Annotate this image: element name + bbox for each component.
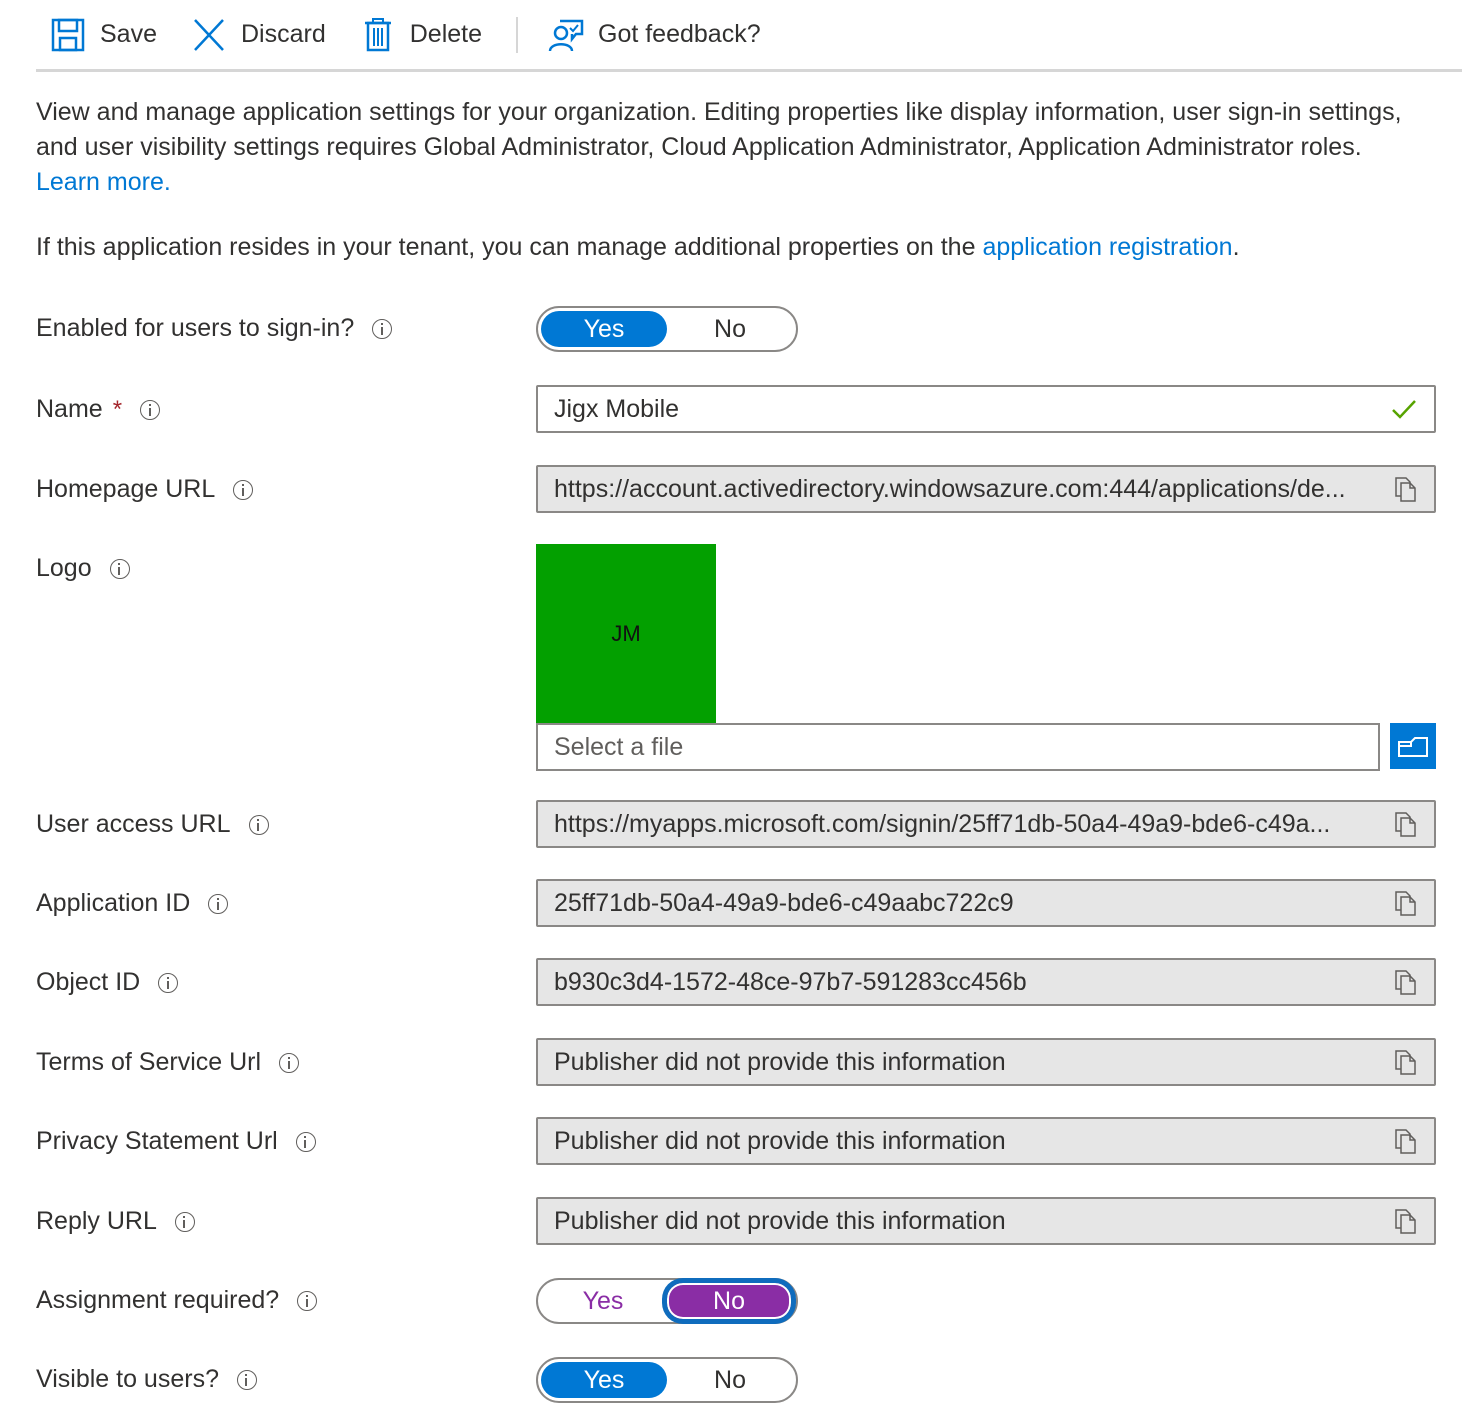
privacy-url-value: Publisher did not provide this informati… <box>554 1126 1006 1155</box>
page-description: View and manage application settings for… <box>36 95 1426 200</box>
app-id-label-text: Application ID <box>36 889 191 917</box>
browse-file-button[interactable] <box>1390 723 1436 769</box>
homepage-url-field[interactable]: https://account.activedirectory.windowsa… <box>536 465 1436 513</box>
app-registration-note: If this application resides in your tena… <box>36 230 1426 265</box>
folder-icon <box>1398 737 1428 757</box>
info-icon[interactable] <box>109 558 130 579</box>
trash-icon <box>360 17 396 53</box>
name-label: Name * <box>36 395 161 424</box>
copy-icon[interactable] <box>1394 811 1418 837</box>
user-access-label: User access URL <box>36 810 269 839</box>
privacy-label: Privacy Statement Url <box>36 1127 316 1156</box>
info-icon[interactable] <box>236 1369 257 1390</box>
user-access-url-value: https://myapps.microsoft.com/signin/25ff… <box>554 809 1331 838</box>
object-id-label: Object ID <box>36 968 179 997</box>
name-label-text: Name <box>36 395 103 423</box>
info-icon[interactable] <box>158 972 179 993</box>
assignment-yes-option[interactable]: Yes <box>541 1283 665 1319</box>
tos-label-text: Terms of Service Url <box>36 1048 262 1076</box>
object-id-value: b930c3d4-1572-48ce-97b7-591283cc456b <box>554 967 1027 996</box>
close-icon <box>191 17 227 53</box>
assignment-label: Assignment required? <box>36 1286 318 1315</box>
save-button[interactable]: Save <box>50 13 157 57</box>
privacy-url-field[interactable]: Publisher did not provide this informati… <box>536 1117 1436 1165</box>
learn-more-link[interactable]: Learn more. <box>36 168 171 196</box>
file-placeholder: Select a file <box>554 732 684 761</box>
feedback-label: Got feedback? <box>598 20 761 48</box>
feedback-button[interactable]: Got feedback? <box>548 13 761 57</box>
app-id-value: 25ff71db-50a4-49a9-bde6-c49aabc722c9 <box>554 888 1014 917</box>
app-id-field[interactable]: 25ff71db-50a4-49a9-bde6-c49aabc722c9 <box>536 879 1436 927</box>
assignment-toggle[interactable]: Yes No <box>536 1278 798 1324</box>
logo-initials: JM <box>611 621 641 646</box>
logo-file-input[interactable]: Select a file <box>536 723 1380 771</box>
enabled-label-text: Enabled for users to sign-in? <box>36 314 355 342</box>
homepage-label: Homepage URL <box>36 475 254 504</box>
object-id-field[interactable]: b930c3d4-1572-48ce-97b7-591283cc456b <box>536 958 1436 1006</box>
logo-label: Logo <box>36 554 130 583</box>
name-value: Jigx Mobile <box>554 394 680 423</box>
privacy-label-text: Privacy Statement Url <box>36 1127 278 1155</box>
delete-button[interactable]: Delete <box>360 13 482 57</box>
copy-icon[interactable] <box>1394 1128 1418 1154</box>
info-icon[interactable] <box>295 1131 316 1152</box>
copy-icon[interactable] <box>1394 476 1418 502</box>
command-bar: Save Discard Delete Got feedback? <box>36 0 1462 72</box>
info-icon[interactable] <box>140 399 161 420</box>
copy-icon[interactable] <box>1394 1208 1418 1234</box>
name-input[interactable]: Jigx Mobile <box>536 385 1436 433</box>
discard-label: Discard <box>240 20 326 48</box>
enabled-label: Enabled for users to sign-in? <box>36 314 393 343</box>
info-icon[interactable] <box>248 814 269 835</box>
app-registration-link[interactable]: application registration <box>982 233 1232 261</box>
copy-icon[interactable] <box>1394 1049 1418 1075</box>
description-text: View and manage application settings for… <box>36 98 1402 161</box>
save-label: Save <box>100 20 157 48</box>
tos-url-field[interactable]: Publisher did not provide this informati… <box>536 1038 1436 1086</box>
enabled-yes-option[interactable]: Yes <box>541 311 667 347</box>
copy-icon[interactable] <box>1394 969 1418 995</box>
user-access-url-field[interactable]: https://myapps.microsoft.com/signin/25ff… <box>536 800 1436 848</box>
info-icon[interactable] <box>208 893 229 914</box>
info-icon[interactable] <box>279 1052 300 1073</box>
visible-label: Visible to users? <box>36 1365 257 1394</box>
checkmark-icon <box>1392 400 1416 419</box>
info-icon[interactable] <box>297 1290 318 1311</box>
reply-url-value: Publisher did not provide this informati… <box>554 1206 1006 1235</box>
enabled-toggle[interactable]: Yes No <box>536 306 798 352</box>
user-access-label-text: User access URL <box>36 810 231 838</box>
required-asterisk: * <box>112 395 123 423</box>
note-text: If this application resides in your tena… <box>36 233 976 261</box>
app-logo: JM <box>536 544 716 724</box>
copy-icon[interactable] <box>1394 890 1418 916</box>
info-icon[interactable] <box>233 479 254 500</box>
tos-url-value: Publisher did not provide this informati… <box>554 1047 1006 1076</box>
visible-toggle[interactable]: Yes No <box>536 1357 798 1403</box>
app-id-label: Application ID <box>36 889 229 918</box>
reply-url-label: Reply URL <box>36 1207 195 1236</box>
assignment-label-text: Assignment required? <box>36 1286 280 1314</box>
visible-label-text: Visible to users? <box>36 1365 219 1393</box>
toolbar-divider <box>516 16 518 53</box>
feedback-icon <box>548 17 584 53</box>
visible-yes-option[interactable]: Yes <box>541 1362 667 1398</box>
object-id-label-text: Object ID <box>36 968 141 996</box>
reply-url-label-text: Reply URL <box>36 1207 157 1235</box>
save-icon <box>50 17 86 53</box>
homepage-url-value: https://account.activedirectory.windowsa… <box>554 474 1346 503</box>
discard-button[interactable]: Discard <box>191 13 326 57</box>
logo-label-text: Logo <box>36 554 92 582</box>
tos-label: Terms of Service Url <box>36 1048 300 1077</box>
info-icon[interactable] <box>372 318 393 339</box>
info-icon[interactable] <box>174 1211 195 1232</box>
visible-no-option[interactable]: No <box>667 1362 793 1398</box>
reply-url-field[interactable]: Publisher did not provide this informati… <box>536 1197 1436 1245</box>
note-suffix: . <box>1232 233 1240 261</box>
delete-label: Delete <box>409 20 482 48</box>
assignment-no-option[interactable]: No <box>665 1281 793 1321</box>
homepage-label-text: Homepage URL <box>36 475 216 503</box>
enabled-no-option[interactable]: No <box>667 311 793 347</box>
